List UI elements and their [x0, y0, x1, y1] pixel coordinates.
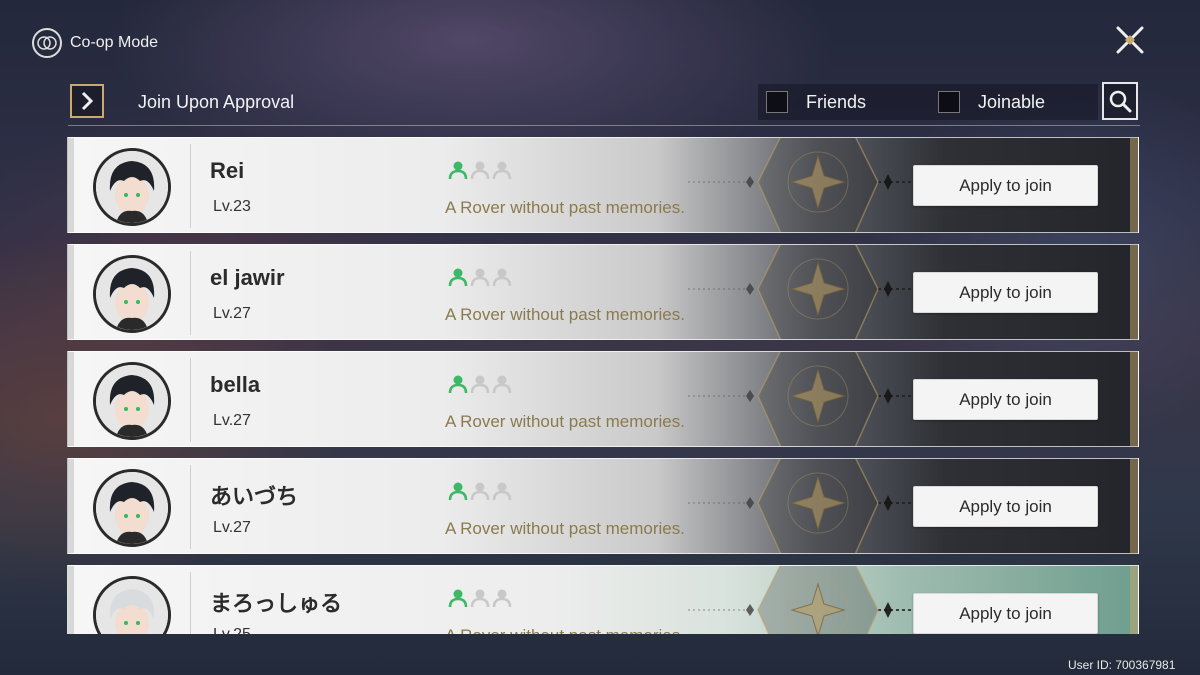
- card-edge: [1130, 138, 1138, 232]
- party-slots: [448, 374, 512, 394]
- apply-to-join-button[interactable]: Apply to join: [913, 486, 1098, 527]
- avatar: [93, 148, 171, 226]
- party-slots: [448, 588, 512, 608]
- join-upon-approval-label: Join Upon Approval: [138, 92, 295, 112]
- avatar: [93, 469, 171, 547]
- toolbar: Join Upon Approval Friends Joinable: [68, 82, 1140, 126]
- player-card[interactable]: まろっしゅる Lv.25 A Rover without past memori…: [67, 565, 1139, 634]
- avatar: [93, 255, 171, 333]
- party-member-icon: [448, 589, 468, 608]
- joinable-checkbox[interactable]: [938, 91, 960, 113]
- player-level: Lv.27: [213, 412, 251, 429]
- card-divider: [190, 251, 191, 335]
- party-empty-slot-icon: [492, 589, 512, 608]
- party-empty-slot-icon: [470, 375, 490, 394]
- party-member-icon: [448, 161, 468, 180]
- card-accent-stripe: [68, 459, 74, 553]
- card-divider: [190, 358, 191, 442]
- card-divider: [190, 465, 191, 549]
- filter-bar: Friends Joinable: [758, 84, 1098, 120]
- coop-emblem-icon: [32, 28, 62, 58]
- card-divider: [190, 572, 191, 634]
- player-signature: A Rover without past memories.: [445, 626, 685, 634]
- header: Co-op Mode: [32, 28, 158, 58]
- joinable-filter[interactable]: Joinable: [938, 91, 1045, 113]
- player-level: Lv.27: [213, 519, 251, 536]
- card-edge: [1130, 459, 1138, 553]
- player-name: el jawir: [210, 265, 285, 290]
- party-slots: [448, 267, 512, 287]
- search-icon: [1109, 90, 1132, 113]
- close-x-icon: [1116, 26, 1144, 54]
- party-slots: [448, 160, 512, 180]
- player-name: あいづち: [210, 484, 299, 509]
- player-name: まろっしゅる: [210, 591, 343, 616]
- player-list[interactable]: Rei Lv.23 A Rover without past memories.…: [67, 137, 1139, 634]
- apply-to-join-button[interactable]: Apply to join: [913, 272, 1098, 313]
- party-empty-slot-icon: [492, 161, 512, 180]
- party-empty-slot-icon: [492, 375, 512, 394]
- player-level: Lv.23: [213, 198, 251, 215]
- player-signature: A Rover without past memories.: [445, 412, 685, 431]
- friends-filter[interactable]: Friends: [766, 91, 866, 113]
- joinable-filter-label: Joinable: [978, 91, 1046, 112]
- player-signature: A Rover without past memories.: [445, 305, 685, 324]
- party-empty-slot-icon: [470, 482, 490, 501]
- user-id: User ID: 700367981: [1068, 658, 1176, 672]
- card-accent-stripe: [68, 245, 74, 339]
- party-member-icon: [448, 268, 468, 287]
- party-member-icon: [448, 375, 468, 394]
- party-empty-slot-icon: [470, 268, 490, 287]
- expand-button[interactable]: [70, 84, 104, 118]
- card-accent-stripe: [68, 352, 74, 446]
- player-card[interactable]: Rei Lv.23 A Rover without past memories.…: [67, 137, 1139, 233]
- player-card[interactable]: el jawir Lv.27 A Rover without past memo…: [67, 244, 1139, 340]
- party-slots: [448, 481, 512, 501]
- search-button[interactable]: [1102, 82, 1138, 120]
- party-empty-slot-icon: [492, 268, 512, 287]
- player-name: bella: [210, 372, 261, 397]
- chevron-right-icon: [81, 91, 94, 111]
- page-title: Co-op Mode: [70, 34, 159, 51]
- player-level: Lv.27: [213, 305, 251, 322]
- avatar: [93, 362, 171, 440]
- friends-filter-label: Friends: [806, 91, 867, 112]
- party-member-icon: [448, 482, 468, 501]
- player-card[interactable]: bella Lv.27 A Rover without past memorie…: [67, 351, 1139, 447]
- friends-checkbox[interactable]: [766, 91, 788, 113]
- apply-to-join-button[interactable]: Apply to join: [913, 593, 1098, 634]
- card-edge: [1130, 352, 1138, 446]
- apply-to-join-button[interactable]: Apply to join: [913, 165, 1098, 206]
- card-edge: [1130, 245, 1138, 339]
- player-name: Rei: [210, 158, 245, 183]
- player-card[interactable]: あいづち Lv.27 A Rover without past memories…: [67, 458, 1139, 554]
- player-signature: A Rover without past memories.: [445, 519, 685, 538]
- player-level: Lv.25: [213, 626, 251, 634]
- card-accent-stripe: [68, 566, 74, 634]
- party-empty-slot-icon: [470, 589, 490, 608]
- card-divider: [190, 144, 191, 228]
- player-signature: A Rover without past memories.: [445, 198, 685, 217]
- close-button[interactable]: [1112, 22, 1148, 58]
- card-accent-stripe: [68, 138, 74, 232]
- avatar: [93, 576, 171, 634]
- apply-to-join-button[interactable]: Apply to join: [913, 379, 1098, 420]
- card-edge: [1130, 566, 1138, 634]
- party-empty-slot-icon: [470, 161, 490, 180]
- party-empty-slot-icon: [492, 482, 512, 501]
